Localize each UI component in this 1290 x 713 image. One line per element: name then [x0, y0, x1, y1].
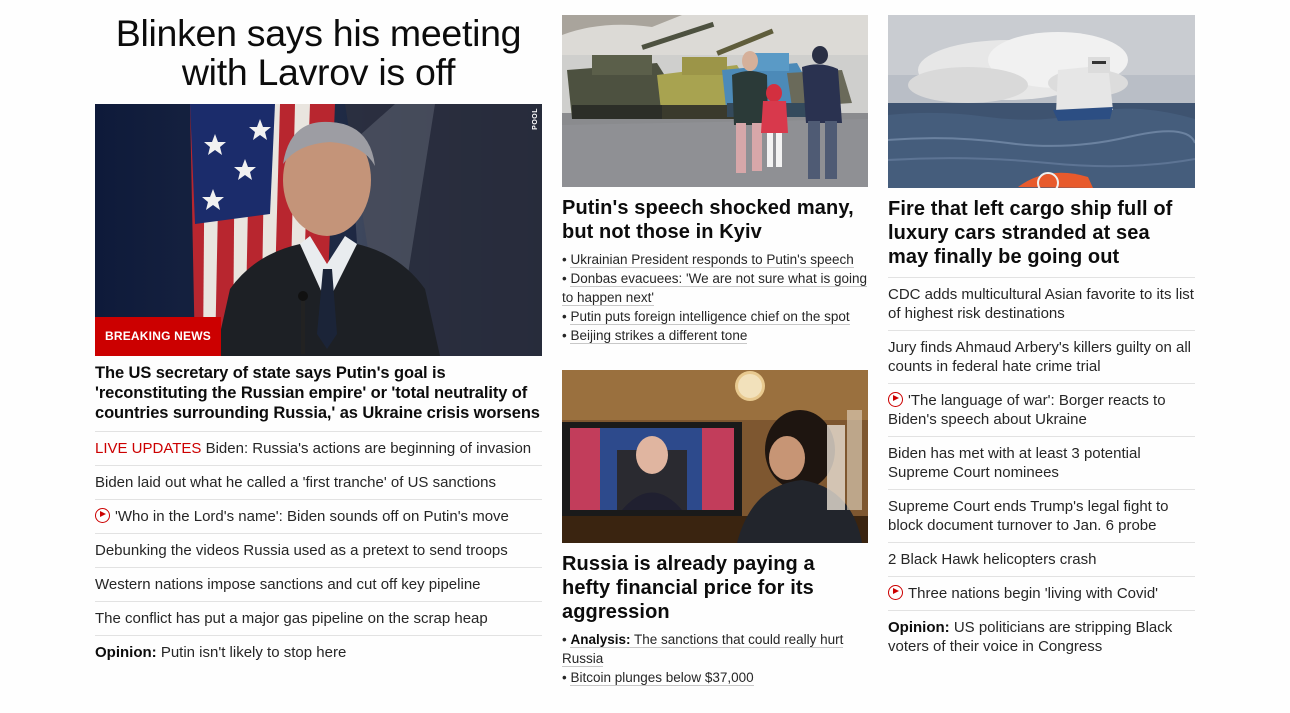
sanctions-story-bullets: • Analysis: The sanctions that could rea… [562, 630, 868, 687]
pool-watermark: POOL [532, 108, 539, 130]
sanctions-story-image[interactable] [562, 370, 868, 543]
bullet-link[interactable]: Ukrainian President responds to Putin's … [570, 252, 854, 268]
kyiv-story-bullets: • Ukrainian President responds to Putin'… [562, 250, 868, 345]
lead-column: Blinken says his meeting with Lavrov is … [95, 0, 542, 669]
bullet-link[interactable]: Donbas evacuees: 'We are not sure what i… [562, 271, 867, 306]
bullet-item[interactable]: • Bitcoin plunges below $37,000 [562, 668, 868, 687]
list-item-text[interactable]: 'The language of war': Borger reacts to … [888, 392, 1166, 428]
kyiv-story-image[interactable] [562, 15, 868, 187]
list-item[interactable]: 2 Black Hawk helicopters crash [888, 542, 1195, 576]
opinion-label: Opinion: [95, 644, 157, 661]
bullet-item[interactable]: • Ukrainian President responds to Putin'… [562, 250, 868, 269]
list-item[interactable]: Biden laid out what he called a 'first t… [95, 465, 542, 499]
lead-related-list: LIVE UPDATES Biden: Russia's actions are… [95, 431, 542, 669]
list-item-text[interactable]: Putin isn't likely to stop here [157, 644, 346, 661]
lead-image[interactable]: POOL BREAKING NEWS [95, 104, 542, 356]
play-circle-icon [888, 585, 903, 600]
list-item[interactable]: Supreme Court ends Trump's legal fight t… [888, 489, 1195, 542]
list-item-text[interactable]: Supreme Court ends Trump's legal fight t… [888, 498, 1169, 534]
list-item-text[interactable]: CDC adds multicultural Asian favorite to… [888, 286, 1194, 322]
list-item-text[interactable]: 'Who in the Lord's name': Biden sounds o… [115, 508, 509, 525]
list-item[interactable]: Jury finds Ahmaud Arbery's killers guilt… [888, 330, 1195, 383]
putin-tv-photo [562, 370, 868, 543]
list-item-text[interactable]: Three nations begin 'living with Covid' [908, 585, 1158, 602]
bullet-link[interactable]: Bitcoin plunges below $37,000 [570, 670, 754, 686]
ship-story-image[interactable] [888, 15, 1195, 188]
list-item-text[interactable]: Biden has met with at least 3 potential … [888, 445, 1141, 481]
list-item[interactable]: Opinion: US politicians are stripping Bl… [888, 610, 1195, 663]
list-item-text[interactable]: Biden: Russia's actions are beginning of… [201, 440, 532, 457]
bullet-link[interactable]: Putin puts foreign intelligence chief on… [570, 309, 850, 325]
lead-headline[interactable]: Blinken says his meeting with Lavrov is … [95, 14, 542, 92]
list-item[interactable]: Biden has met with at least 3 potential … [888, 436, 1195, 489]
opinion-label: Opinion: [888, 619, 950, 636]
list-item[interactable]: Opinion: Putin isn't likely to stop here [95, 635, 542, 669]
bullet-item[interactable]: • Donbas evacuees: 'We are not sure what… [562, 269, 868, 307]
cargo-ship-photo [888, 15, 1195, 188]
play-circle-icon [95, 508, 110, 523]
analysis-label: Analysis: [570, 632, 631, 647]
sanctions-story-headline[interactable]: Russia is already paying a hefty financi… [562, 552, 868, 624]
list-item-text[interactable]: The conflict has put a major gas pipelin… [95, 610, 488, 627]
breaking-news-badge: BREAKING NEWS [95, 317, 221, 356]
list-item-text[interactable]: Western nations impose sanctions and cut… [95, 576, 481, 593]
bullet-item[interactable]: • Beijing strikes a different tone [562, 326, 868, 345]
list-item[interactable]: 'Who in the Lord's name': Biden sounds o… [95, 499, 542, 533]
ship-story-headline[interactable]: Fire that left cargo ship full of luxury… [888, 197, 1195, 269]
list-item[interactable]: The conflict has put a major gas pipelin… [95, 601, 542, 635]
right-related-list: CDC adds multicultural Asian favorite to… [888, 277, 1195, 663]
list-item[interactable]: CDC adds multicultural Asian favorite to… [888, 277, 1195, 330]
lead-headline-line1[interactable]: Blinken says his meeting [95, 14, 542, 53]
list-item[interactable]: LIVE UPDATES Biden: Russia's actions are… [95, 431, 542, 465]
bullet-link[interactable]: Analysis: The sanctions that could reall… [562, 632, 844, 667]
sanctions-story: Russia is already paying a hefty financi… [562, 370, 868, 687]
list-item-text[interactable]: 2 Black Hawk helicopters crash [888, 551, 1096, 568]
list-item-text[interactable]: Biden laid out what he called a 'first t… [95, 474, 496, 491]
list-item[interactable]: 'The language of war': Borger reacts to … [888, 383, 1195, 436]
play-circle-icon [888, 392, 903, 407]
list-item[interactable]: Western nations impose sanctions and cut… [95, 567, 542, 601]
middle-column: Putin's speech shocked many, but not tho… [562, 0, 868, 687]
lead-description[interactable]: The US secretary of state says Putin's g… [95, 363, 542, 423]
kyiv-story-headline[interactable]: Putin's speech shocked many, but not tho… [562, 196, 868, 244]
bullet-item[interactable]: • Putin puts foreign intelligence chief … [562, 307, 868, 326]
list-item[interactable]: Debunking the videos Russia used as a pr… [95, 533, 542, 567]
bullet-item[interactable]: • Analysis: The sanctions that could rea… [562, 630, 868, 668]
lead-headline-line2[interactable]: with Lavrov is off [95, 53, 542, 92]
list-item-text[interactable]: Jury finds Ahmaud Arbery's killers guilt… [888, 339, 1191, 375]
list-item-text[interactable]: Debunking the videos Russia used as a pr… [95, 542, 508, 559]
right-column: Fire that left cargo ship full of luxury… [888, 0, 1195, 663]
tanks-photo [562, 15, 868, 187]
live-updates-label: LIVE UPDATES [95, 440, 202, 457]
bullet-link[interactable]: Beijing strikes a different tone [570, 328, 748, 344]
list-item[interactable]: Three nations begin 'living with Covid' [888, 576, 1195, 610]
